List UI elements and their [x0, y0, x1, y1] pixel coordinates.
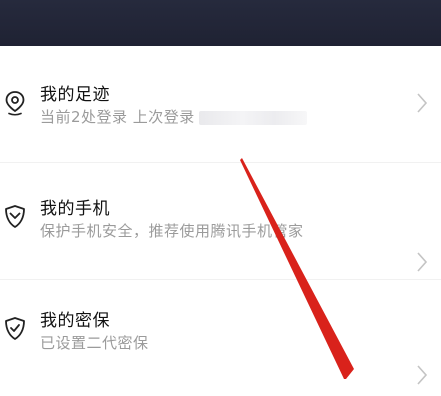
menu-item-title: 我的足迹 [40, 85, 110, 105]
redacted-login-info [198, 110, 307, 125]
chevron-right-icon [417, 365, 428, 385]
menu-item-subtitle: 保护手机安全，推荐使用腾讯手机管家 [40, 222, 304, 240]
menu-item-subtitle-text: 当前2处登录 上次登录 [40, 108, 195, 126]
shield-check-icon [5, 317, 25, 340]
chevron-right-icon [417, 93, 428, 113]
top-bar [0, 0, 441, 46]
shield-icon [5, 205, 25, 228]
menu-item-footprints[interactable]: 我的足迹 当前2处登录 上次登录 [0, 46, 441, 162]
menu-item-title: 我的手机 [40, 199, 110, 219]
menu-item-my-phone[interactable]: 我的手机 保护手机安全，推荐使用腾讯手机管家 [0, 163, 441, 279]
menu-item-subtitle: 已设置二代密保 [40, 334, 149, 352]
menu-item-subtitle: 当前2处登录 上次登录 [40, 106, 307, 127]
chevron-right-icon [417, 252, 428, 272]
location-pin-icon [5, 91, 25, 116]
menu-item-title: 我的密保 [40, 311, 110, 331]
